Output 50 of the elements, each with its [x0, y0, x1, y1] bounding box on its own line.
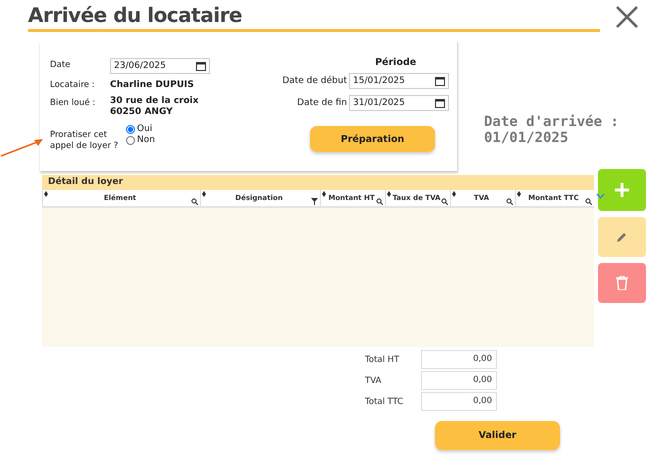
search-icon[interactable]: [585, 198, 592, 205]
date-field[interactable]: 31/01/2025: [349, 95, 449, 111]
total-label: Total TTC: [365, 396, 404, 406]
radio-label: Non: [137, 135, 155, 145]
sort-icon[interactable]: [452, 191, 456, 197]
total-label: Total HT: [365, 354, 400, 364]
arrival-date: 01/01/2025: [484, 130, 570, 146]
total-label: TVA: [365, 376, 382, 386]
field-label: Date de fin: [297, 98, 347, 108]
sort-icon[interactable]: [517, 191, 521, 197]
trash-icon: [616, 276, 628, 290]
calendar-icon[interactable]: [435, 98, 445, 108]
search-icon[interactable]: [191, 198, 198, 205]
radio-button[interactable]: [126, 136, 135, 144]
pencil-icon: [616, 231, 628, 243]
search-icon[interactable]: [376, 198, 383, 205]
tenant-name: Charline DUPUIS: [110, 79, 194, 92]
sort-icon[interactable]: [44, 191, 48, 197]
field-label: Date: [50, 59, 72, 72]
calendar-icon[interactable]: [196, 61, 206, 71]
chevron-down-icon[interactable]: [596, 193, 605, 199]
table-title: Détail du loyer: [42, 175, 594, 190]
address-line: 60250 ANGY: [110, 107, 174, 118]
total-field: 0,00: [421, 392, 497, 411]
total-field: 0,00: [421, 371, 497, 390]
field-label: Proratiser cet appel de loyer ?: [50, 130, 120, 152]
total-field: 0,00: [421, 350, 497, 369]
section-title: Période: [375, 57, 416, 68]
field-label: Date de début: [282, 76, 347, 86]
arrival-label: Date d'arrivée :: [484, 114, 619, 130]
calendar-icon[interactable]: [435, 76, 445, 86]
radio-label: Oui: [137, 124, 152, 134]
radio-button[interactable]: [126, 124, 135, 134]
sort-icon[interactable]: [202, 191, 206, 197]
search-icon[interactable]: [441, 198, 448, 205]
filter-icon[interactable]: [311, 198, 318, 205]
date-field[interactable]: 23/06/2025: [110, 58, 210, 74]
address-line: 30 rue de la croix: [110, 96, 199, 107]
sort-icon[interactable]: [387, 191, 391, 197]
plus-icon: [614, 182, 630, 198]
sort-icon[interactable]: [322, 191, 326, 197]
arrow-icon: [0, 137, 44, 157]
search-icon[interactable]: [506, 198, 513, 205]
preparation-button[interactable]: Préparation: [310, 126, 435, 152]
dialog-title: Arrivée du locataire: [28, 2, 600, 32]
field-label: Bien loué :: [50, 97, 96, 110]
date-field[interactable]: 15/01/2025: [349, 73, 449, 89]
field-label: Locataire :: [50, 79, 96, 92]
close-icon[interactable]: [616, 6, 638, 28]
validate-button[interactable]: Valider: [435, 421, 560, 450]
